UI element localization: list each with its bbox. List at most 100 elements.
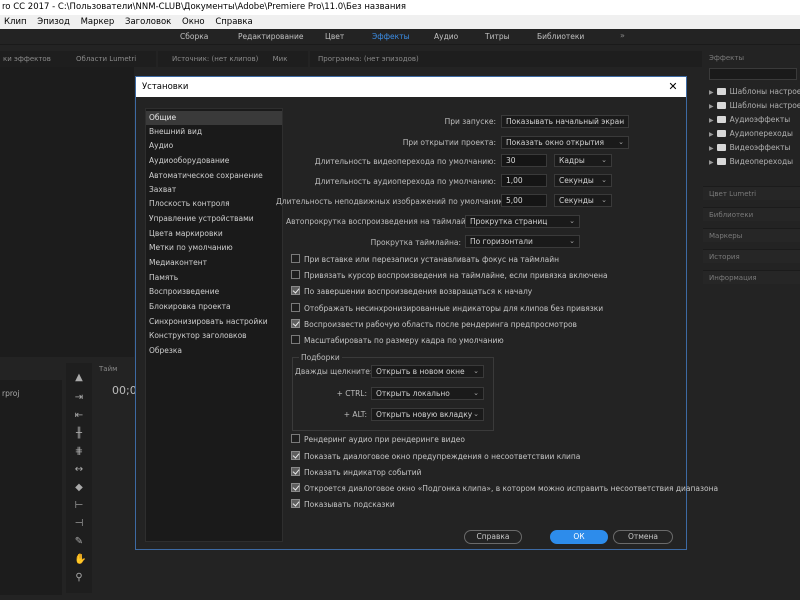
timeline-autoscroll-dropdown[interactable]: Прокрутка страниц ⌄ xyxy=(465,215,580,228)
checkbox-row[interactable]: Показать индикатор событий xyxy=(291,467,422,479)
category-audio-hardware[interactable]: Аудиооборудование xyxy=(146,154,282,168)
menu-help[interactable]: Справка xyxy=(211,15,256,29)
effects-search-input[interactable] xyxy=(709,68,797,80)
checkbox[interactable] xyxy=(291,270,300,279)
workspace-tab-editing[interactable]: Редактирование xyxy=(238,32,303,41)
category-label-defaults[interactable]: Метки по умолчанию xyxy=(146,241,282,255)
checkbox[interactable] xyxy=(291,467,300,476)
video-transition-unit-dropdown[interactable]: Кадры ⌄ xyxy=(554,154,612,167)
category-titler[interactable]: Конструктор заголовков xyxy=(146,329,282,343)
category-trim[interactable]: Обрезка xyxy=(146,344,282,358)
still-image-unit-dropdown[interactable]: Секунды ⌄ xyxy=(554,194,612,207)
workspace-tab-assembly[interactable]: Сборка xyxy=(180,32,208,41)
effects-item[interactable]: ▶ Видеопереходы xyxy=(709,157,793,166)
effects-item[interactable]: ▶ Аудиопереходы xyxy=(709,129,793,138)
rolling-edit-tool-icon[interactable]: ⋕ xyxy=(74,447,84,457)
still-image-input[interactable]: 5,00 xyxy=(501,194,547,207)
expand-arrow-icon[interactable]: ▶ xyxy=(709,145,714,152)
checkbox-row[interactable]: Показать диалоговое окно предупреждения … xyxy=(291,451,580,463)
workspace-more-icon[interactable]: » xyxy=(620,31,625,40)
effects-panel-title[interactable]: Эффекты xyxy=(703,51,800,65)
checkbox-row[interactable]: Привязать курсор воспроизведения на тайм… xyxy=(291,270,608,282)
workspace-tab-effects[interactable]: Эффекты xyxy=(372,32,410,41)
expand-arrow-icon[interactable]: ▶ xyxy=(709,103,714,110)
effects-item[interactable]: ▶ Шаблоны настроек xyxy=(709,87,800,96)
checkbox[interactable] xyxy=(291,335,300,344)
effects-item[interactable]: ▶ Видеоэффекты xyxy=(709,143,790,152)
category-playback[interactable]: Воспроизведение xyxy=(146,285,282,299)
checkbox[interactable] xyxy=(291,286,300,295)
menu-title[interactable]: Заголовок xyxy=(121,15,175,29)
category-audio[interactable]: Аудио xyxy=(146,139,282,153)
menu-sequence[interactable]: Эпизод xyxy=(33,15,74,29)
hand-tool-icon[interactable]: ✋ xyxy=(74,555,86,565)
lumetri-color-panel[interactable]: Цвет Lumetri xyxy=(703,186,800,200)
category-auto-save[interactable]: Автоматическое сохранение xyxy=(146,169,282,183)
alt-dropdown[interactable]: Открыть новую вкладку ⌄ xyxy=(371,408,484,421)
lumetri-scopes-tab[interactable]: Области Lumetri xyxy=(68,51,156,67)
workspace-tab-audio[interactable]: Аудио xyxy=(434,32,458,41)
expand-arrow-icon[interactable]: ▶ xyxy=(709,89,714,96)
markers-panel[interactable]: Маркеры xyxy=(703,228,800,242)
track-select-back-icon[interactable]: ⇤ xyxy=(74,411,84,421)
close-icon[interactable]: ✕ xyxy=(666,80,680,94)
category-appearance[interactable]: Внешний вид xyxy=(146,125,282,139)
info-panel[interactable]: Информация xyxy=(703,270,800,284)
checkbox[interactable] xyxy=(291,303,300,312)
category-media[interactable]: Медиаконтент xyxy=(146,256,282,270)
effects-item[interactable]: ▶ Шаблоны настроек xyxy=(709,101,800,110)
zoom-tool-icon[interactable]: ⚲ xyxy=(74,573,84,583)
history-panel[interactable]: История xyxy=(703,249,800,263)
checkbox[interactable] xyxy=(291,451,300,460)
slip-tool-icon[interactable]: ⊢ xyxy=(74,501,84,511)
checkbox[interactable] xyxy=(291,319,300,328)
checkbox[interactable] xyxy=(291,499,300,508)
program-monitor-tab[interactable]: Программа: (нет эпизодов) xyxy=(310,51,702,67)
ctrl-dropdown[interactable]: Открыть локально ⌄ xyxy=(371,387,484,400)
menu-clip[interactable]: Клип xyxy=(0,15,31,29)
workspace-tab-libraries[interactable]: Библиотеки xyxy=(537,32,584,41)
expand-arrow-icon[interactable]: ▶ xyxy=(709,159,714,166)
category-memory[interactable]: Память xyxy=(146,271,282,285)
pen-tool-icon[interactable]: ✎ xyxy=(74,537,84,547)
timeline-scroll-dropdown[interactable]: По горизонтали ⌄ xyxy=(465,235,580,248)
category-capture[interactable]: Захват xyxy=(146,183,282,197)
effect-controls-tab[interactable]: ки эффектов xyxy=(0,51,70,67)
category-general[interactable]: Общие xyxy=(146,111,282,125)
video-transition-input[interactable]: 30 xyxy=(501,154,547,167)
category-device-control[interactable]: Управление устройствами xyxy=(146,212,282,226)
source-monitor-tab[interactable]: Источник: (нет клипов) Мик xyxy=(158,51,308,67)
selection-tool-icon[interactable]: ▲ xyxy=(74,373,84,383)
category-label-colors[interactable]: Цвета маркировки xyxy=(146,227,282,241)
workspace-tab-color[interactable]: Цвет xyxy=(325,32,344,41)
timeline-tab[interactable]: Тайм xyxy=(99,365,117,373)
checkbox-row[interactable]: Воспроизвести рабочую область после ренд… xyxy=(291,319,577,331)
razor-tool-icon[interactable]: ◆ xyxy=(74,483,84,493)
ok-button[interactable]: ОК xyxy=(550,530,608,544)
ripple-edit-tool-icon[interactable]: ╫ xyxy=(74,429,84,439)
effects-item[interactable]: ▶ Аудиоэффекты xyxy=(709,115,790,124)
cancel-button[interactable]: Отмена xyxy=(613,530,673,544)
expand-arrow-icon[interactable]: ▶ xyxy=(709,117,714,124)
rate-stretch-tool-icon[interactable]: ↔ xyxy=(74,465,84,475)
checkbox-row[interactable]: Показывать подсказки xyxy=(291,499,395,511)
workspace-tab-titles[interactable]: Титры xyxy=(485,32,510,41)
on-startup-dropdown[interactable]: Показывать начальный экран ⌄ xyxy=(501,115,629,128)
checkbox-row[interactable]: Масштабировать по размеру кадра по умолч… xyxy=(291,335,504,347)
checkbox[interactable] xyxy=(291,254,300,263)
category-sync-settings[interactable]: Синхронизировать настройки xyxy=(146,315,282,329)
track-select-tool-icon[interactable]: ⇥ xyxy=(74,393,84,403)
checkbox[interactable] xyxy=(291,483,300,492)
audio-transition-input[interactable]: 1,00 xyxy=(501,174,547,187)
audio-transition-unit-dropdown[interactable]: Секунды ⌄ xyxy=(554,174,612,187)
menu-window[interactable]: Окно xyxy=(178,15,209,29)
double-click-dropdown[interactable]: Открыть в новом окне ⌄ xyxy=(371,365,484,378)
checkbox-row[interactable]: По завершении воспроизведения возвращать… xyxy=(291,286,532,298)
menu-marker[interactable]: Маркер xyxy=(77,15,119,29)
category-control-surface[interactable]: Плоскость контроля xyxy=(146,197,282,211)
slide-tool-icon[interactable]: ⊣ xyxy=(74,519,84,529)
checkbox-row[interactable]: Отображать несинхронизированные индикато… xyxy=(291,303,603,315)
expand-arrow-icon[interactable]: ▶ xyxy=(709,131,714,138)
on-open-project-dropdown[interactable]: Показать окно открытия ⌄ xyxy=(501,136,629,149)
checkbox[interactable] xyxy=(291,434,300,443)
